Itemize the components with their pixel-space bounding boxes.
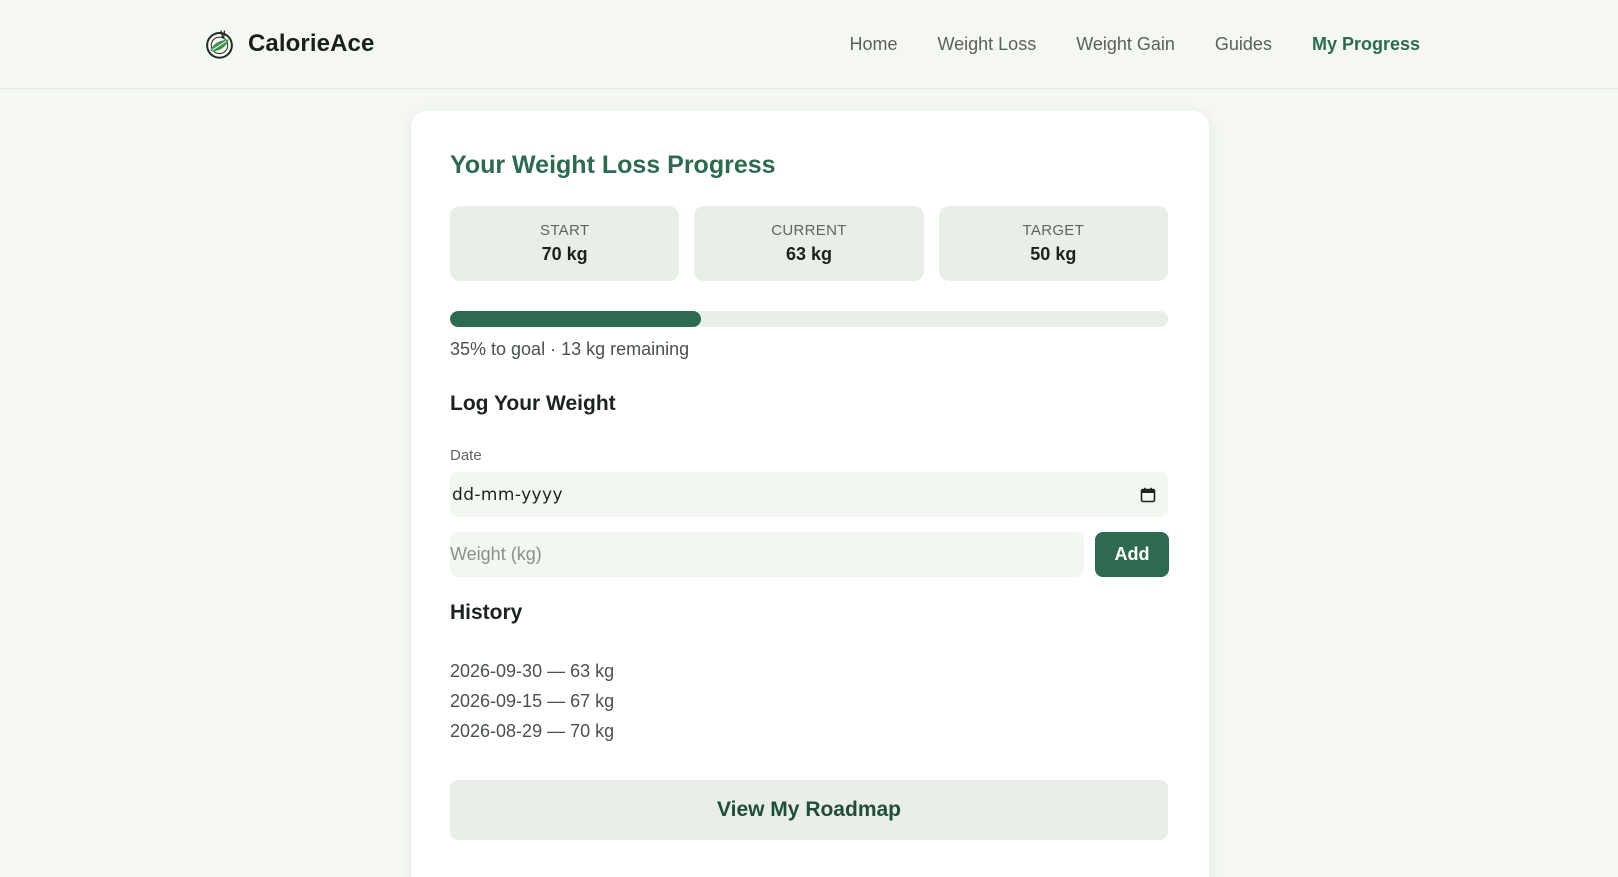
page-title: Your Weight Loss Progress — [450, 151, 776, 179]
stat-value: 63 kg — [785, 244, 832, 264]
date-placeholder: dd-mm-yyyy — [452, 484, 563, 505]
history-entry: 2026-09-30 — 63 kg — [450, 661, 615, 681]
nav-item-guides[interactable]: Guides — [1215, 34, 1272, 55]
log-weight-heading: Log Your Weight — [450, 392, 616, 415]
progress-bar — [450, 311, 1168, 327]
brand-name: CalorieAce — [248, 30, 375, 57]
top-navigation-bar: CalorieAce Home Weight Loss Weight Gain … — [0, 0, 1618, 89]
history-list: 2026-09-30 — 63 kg 2026-09-15 — 67 kg 20… — [450, 656, 614, 746]
date-label: Date — [450, 447, 482, 464]
history-entry: 2026-08-29 — 70 kg — [450, 721, 615, 741]
nav-item-weight-gain[interactable]: Weight Gain — [1076, 34, 1175, 55]
view-roadmap-button[interactable]: View My Roadmap — [450, 780, 1168, 840]
weight-stats: START 70 kg CURRENT 63 kg TARGET 50 kg — [450, 206, 1168, 281]
progress-summary: 35% to goal · 13 kg remaining — [450, 339, 690, 359]
nav-item-weight-loss[interactable]: Weight Loss — [937, 34, 1036, 55]
date-field[interactable]: dd-mm-yyyy — [450, 472, 1168, 517]
nav-item-my-progress[interactable]: My Progress — [1312, 34, 1420, 55]
stat-label: TARGET — [1022, 222, 1085, 239]
nav-item-home[interactable]: Home — [849, 34, 897, 55]
brand[interactable]: CalorieAce — [203, 26, 374, 62]
stat-value: 70 kg — [541, 244, 588, 264]
progress-card: Your Weight Loss Progress START 70 kg CU… — [411, 111, 1209, 877]
weight-input[interactable] — [450, 532, 1084, 577]
history-heading: History — [450, 601, 523, 624]
history-entry: 2026-09-15 — 67 kg — [450, 691, 615, 711]
stat-current: CURRENT 63 kg — [694, 206, 924, 281]
main-nav: Home Weight Loss Weight Gain Guides My P… — [849, 29, 1420, 59]
progress-bar-fill — [450, 311, 702, 327]
leaf-plate-icon — [206, 30, 233, 59]
stat-label: START — [540, 222, 590, 239]
add-button[interactable]: Add — [1095, 532, 1169, 577]
stat-value: 50 kg — [1030, 244, 1077, 264]
stat-target: TARGET 50 kg — [938, 206, 1168, 281]
calendar-icon[interactable] — [1140, 487, 1156, 503]
stat-start: START 70 kg — [450, 206, 680, 281]
stat-label: CURRENT — [771, 222, 847, 239]
